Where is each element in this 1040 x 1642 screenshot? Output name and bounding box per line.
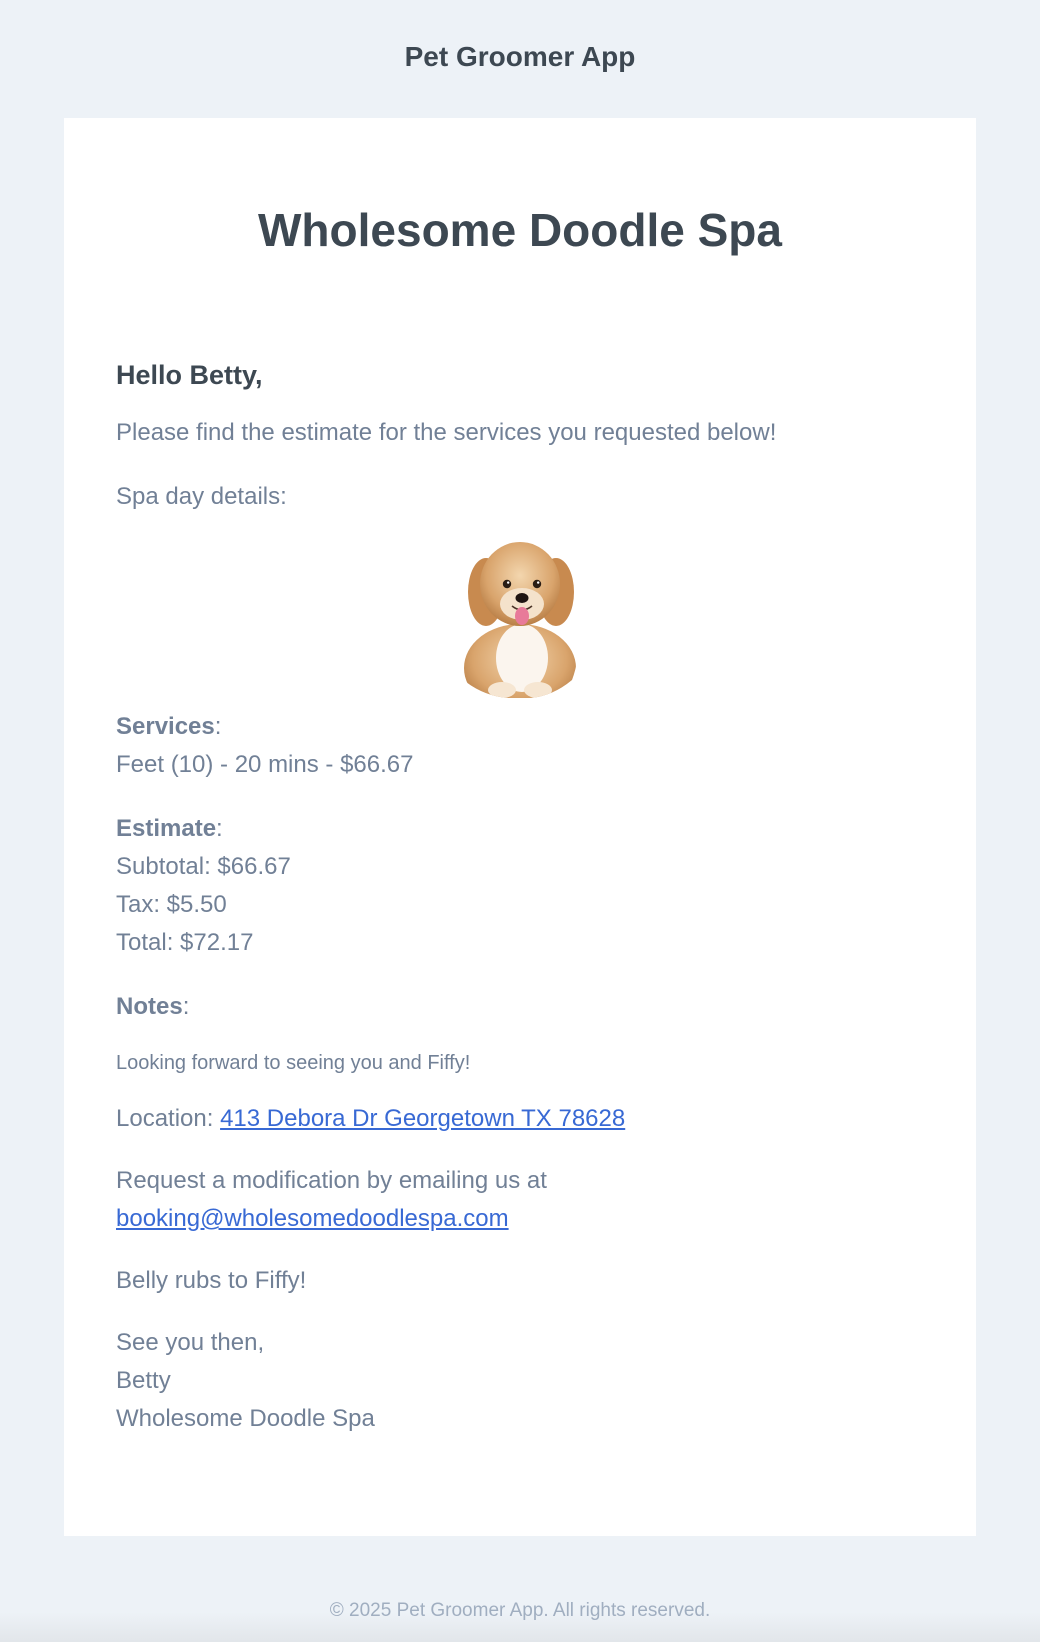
- email-card: Wholesome Doodle Spa Hello Betty, Please…: [64, 118, 976, 1536]
- location-line: Location: 413 Debora Dr Georgetown TX 78…: [116, 1100, 924, 1138]
- notes-section: Notes: Looking forward to seeing you and…: [116, 988, 924, 1078]
- colon: :: [182, 993, 190, 1020]
- modify-text: Request a modification by emailing us at: [116, 1167, 547, 1194]
- copyright-text: © 2025 Pet Groomer App. All rights reser…: [329, 1600, 711, 1621]
- estimate-label: Estimate: [116, 815, 217, 842]
- business-title: Wholesome Doodle Spa: [258, 204, 782, 256]
- services-label: Services: [116, 713, 215, 740]
- email-body: Wholesome Doodle Spa Hello Betty, Please…: [64, 118, 976, 1438]
- signoff-business: Wholesome Doodle Spa: [116, 1405, 375, 1432]
- service-item: Feet (10) - 20 mins - $66.67: [116, 751, 414, 778]
- booking-email-link[interactable]: booking@wholesomedoodlespa.com: [116, 1205, 509, 1232]
- pet-photo-container: [116, 530, 924, 700]
- location-label: Location:: [116, 1105, 221, 1132]
- colon: :: [216, 815, 223, 842]
- app-header: Pet Groomer App: [0, 0, 1040, 118]
- signoff-section: See you then, Betty Wholesome Doodle Spa: [116, 1324, 924, 1438]
- location-address-link[interactable]: 413 Debora Dr Georgetown TX 78628: [220, 1105, 625, 1132]
- colon: :: [214, 713, 222, 740]
- services-section: Services: Feet (10) - 20 mins - $66.67: [116, 708, 924, 784]
- dog-photo-icon: [459, 532, 580, 698]
- footer: © 2025 Pet Groomer App. All rights reser…: [0, 1536, 1040, 1642]
- details-label: Spa day details:: [116, 483, 287, 510]
- notes-label: Notes: [116, 993, 183, 1020]
- signoff-name: Betty: [116, 1367, 171, 1394]
- estimate-total: Total: $72.17: [116, 929, 254, 956]
- notes-text: Looking forward to seeing you and Fiffy!: [116, 1052, 471, 1074]
- modify-section: Request a modification by emailing us at…: [116, 1162, 924, 1238]
- estimate-subtotal: Subtotal: $66.67: [116, 853, 291, 880]
- intro-text: Please find the estimate for the service…: [116, 419, 777, 446]
- estimate-tax: Tax: $5.50: [116, 891, 227, 918]
- estimate-section: Estimate: Subtotal: $66.67 Tax: $5.50 To…: [116, 810, 924, 962]
- signoff-closing: See you then,: [116, 1329, 265, 1356]
- app-title[interactable]: Pet Groomer App: [405, 41, 636, 73]
- greeting: Hello Betty,: [116, 360, 263, 390]
- belly-rubs-text: Belly rubs to Fiffy!: [116, 1267, 307, 1294]
